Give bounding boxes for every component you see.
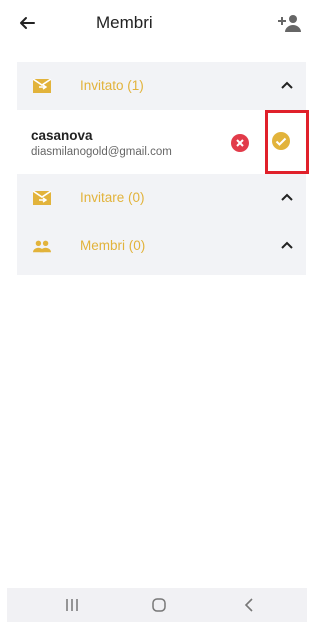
section-invitare[interactable]: Invitare (0) bbox=[17, 174, 306, 222]
member-name: casanova bbox=[31, 128, 93, 143]
section-label: Invitare (0) bbox=[80, 190, 145, 205]
back-button[interactable] bbox=[14, 10, 40, 36]
collapse-toggle[interactable] bbox=[280, 238, 294, 252]
close-circle-icon bbox=[231, 134, 249, 152]
add-member-button[interactable] bbox=[276, 10, 304, 36]
back-nav-button[interactable] bbox=[239, 596, 259, 614]
chevron-up-icon bbox=[281, 241, 293, 249]
recent-apps-button[interactable] bbox=[62, 596, 82, 614]
collapse-toggle[interactable] bbox=[280, 78, 294, 92]
section-label: Membri (0) bbox=[80, 238, 146, 253]
reject-invite-button[interactable] bbox=[231, 134, 249, 152]
arrow-left-icon bbox=[20, 17, 35, 29]
member-email: diasmilanogold@gmail.com bbox=[31, 146, 172, 158]
mail-forward-icon bbox=[33, 191, 51, 205]
mail-arrow-icon bbox=[33, 79, 51, 93]
section-membri[interactable]: Membri (0) bbox=[17, 222, 306, 270]
home-icon bbox=[152, 598, 166, 612]
people-icon bbox=[33, 240, 51, 253]
members-panel: Invitato (1) casanova diasmilanogold@gma… bbox=[17, 62, 309, 275]
back-chevron-icon bbox=[244, 598, 253, 612]
page-title: Membri bbox=[96, 13, 153, 32]
recent-apps-icon bbox=[66, 599, 78, 611]
section-label: Invitato (1) bbox=[80, 78, 144, 93]
section-invitato[interactable]: Invitato (1) bbox=[17, 62, 306, 110]
system-navigation-bar bbox=[7, 588, 307, 622]
collapse-toggle[interactable] bbox=[280, 190, 294, 204]
add-person-icon bbox=[278, 15, 301, 32]
home-button[interactable] bbox=[149, 596, 169, 614]
list-item: casanova diasmilanogold@gmail.com bbox=[17, 110, 306, 174]
highlight-box bbox=[265, 110, 309, 174]
chevron-up-icon bbox=[281, 81, 293, 89]
app-bar: Membri bbox=[0, 0, 314, 46]
chevron-up-icon bbox=[281, 193, 293, 201]
